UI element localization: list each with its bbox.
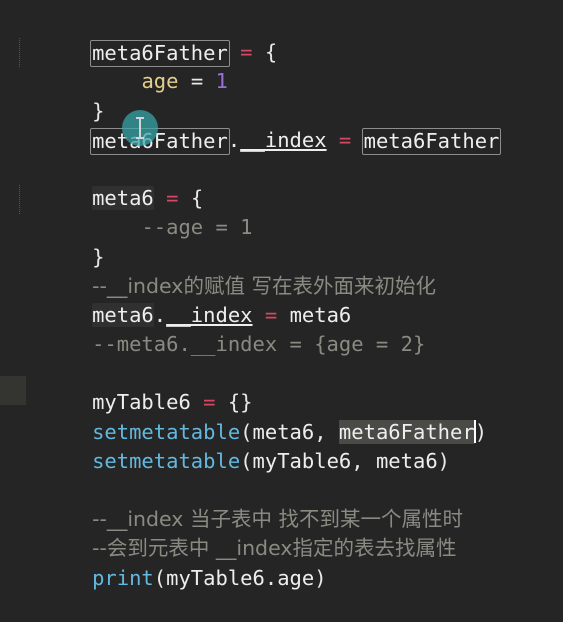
code-line-14[interactable]: setmetatable(meta6, meta6Father) [0,388,563,444]
code-line-8[interactable]: } [0,213,563,269]
code-line-2[interactable]: age = 1 [0,38,563,93]
code-line-6[interactable]: meta6 = { [0,155,563,211]
code-editor-surface[interactable]: meta6Father = { age = 1 } meta6Father.__… [0,0,563,590]
code-line-1[interactable]: meta6Father = { [0,9,563,68]
code-line-15[interactable]: setmetatable(myTable6, meta6) [0,418,563,473]
paren-open: ( [153,565,167,590]
code-line-7[interactable]: --age = 1 [0,184,563,239]
code-line-16-blank[interactable] [0,447,563,476]
code-line-19[interactable]: print(myTable6.age) [0,534,563,590]
function-print[interactable]: print [92,566,154,590]
code-line-17[interactable]: --__index 当子表中 找不到某一个属性时 [0,476,563,531]
code-line-18[interactable]: --会到元表中 __index指定的表去找属性 [0,505,563,560]
code-line-11[interactable]: --meta6.__index = {age = 2} [0,301,563,356]
code-line-4[interactable]: meta6Father.__index = meta6Father [0,97,563,155]
code-content[interactable]: meta6Father = { age = 1 } meta6Father.__… [0,0,563,590]
code-line-9[interactable]: --__index的赋值 写在表外面来初始化 [0,243,563,298]
code-line-3[interactable]: } [0,67,563,123]
code-line-12-blank[interactable] [0,330,563,359]
dot: . [264,565,278,590]
code-line-5-blank[interactable] [0,126,563,155]
paren-close: ) [314,565,327,590]
property-age: age [277,565,315,590]
code-line-13[interactable]: myTable6 = {} [0,359,563,414]
variable-mytable6-2[interactable]: myTable6 [166,566,265,590]
code-line-10[interactable]: meta6.__index = meta6 [0,272,563,327]
